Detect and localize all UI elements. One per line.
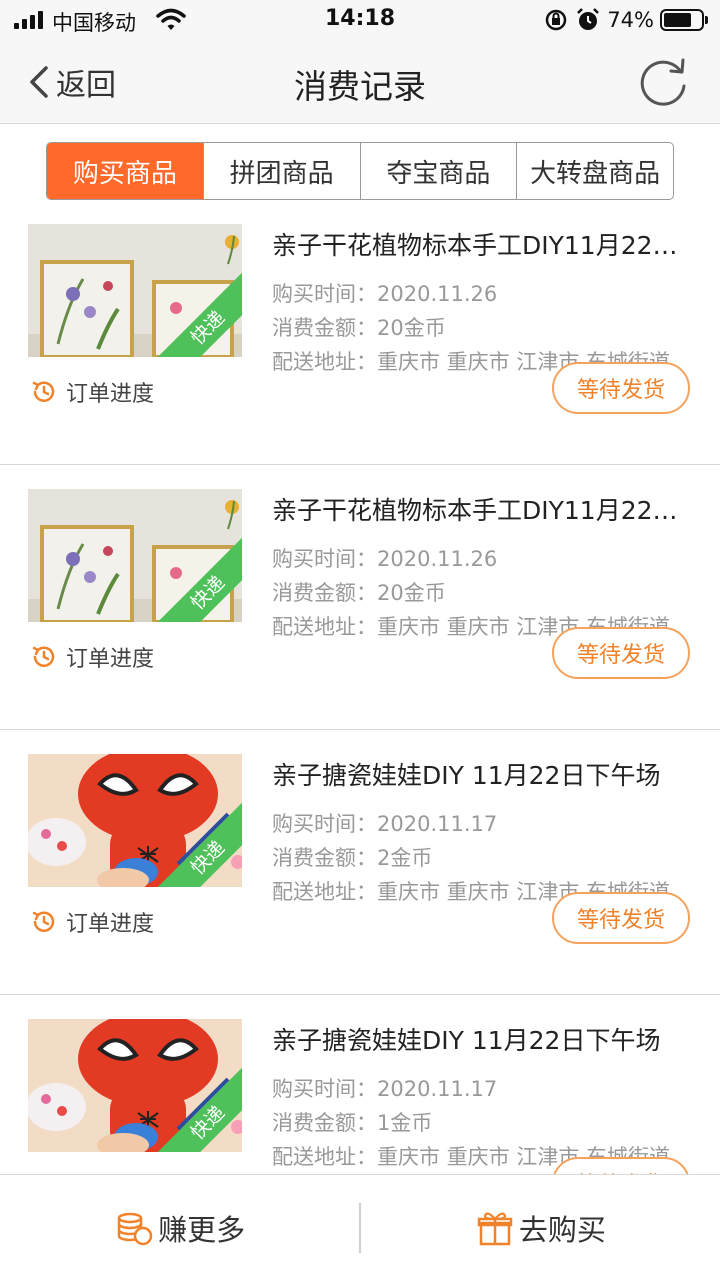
order-card: 快递 亲子搪瓷娃娃DIY 11月22日下午场 购买时间：2020.11.17 消… — [0, 730, 720, 995]
product-image[interactable]: 快递 — [28, 1019, 242, 1152]
back-label: 返回 — [56, 68, 116, 103]
go-buy-button[interactable]: 去购买 — [361, 1175, 720, 1280]
order-card: 快递 亲子干花植物标本手工DIY11月22日下午 购买时间：2020.11.26… — [0, 465, 720, 730]
product-title[interactable]: 亲子干花植物标本手工DIY11月22日下午 — [272, 226, 692, 262]
category-tabs: 购买商品 拼团商品 夺宝商品 大转盘商品 — [46, 142, 674, 200]
tab-treasure[interactable]: 夺宝商品 — [359, 143, 517, 199]
order-progress-label: 订单进度 — [66, 647, 155, 672]
order-card: 快递 亲子搪瓷娃娃DIY 11月22日下午场 购买时间：2020.11.17 消… — [0, 995, 720, 1174]
tab-wheel[interactable]: 大转盘商品 — [516, 143, 673, 199]
amount: 消费金额：2金币 — [272, 846, 433, 870]
tab-group-buy[interactable]: 拼团商品 — [202, 143, 360, 199]
product-title[interactable]: 亲子搪瓷娃娃DIY 11月22日下午场 — [272, 1021, 692, 1057]
rotation-lock-icon — [546, 9, 567, 31]
purchase-time: 购买时间：2020.11.17 — [272, 1077, 498, 1101]
product-image[interactable]: 快递 — [28, 224, 242, 357]
status-button[interactable]: 等待发货 — [552, 892, 690, 944]
battery-icon — [660, 9, 708, 31]
history-icon — [32, 911, 55, 932]
order-card: 快递 亲子干花植物标本手工DIY11月22日下午 购买时间：2020.11.26… — [0, 200, 720, 465]
order-progress-label: 订单进度 — [66, 912, 155, 937]
product-title[interactable]: 亲子干花植物标本手工DIY11月22日下午 — [272, 491, 692, 527]
status-button[interactable]: 等待发货 — [552, 362, 690, 414]
amount: 消费金额：20金币 — [272, 316, 446, 340]
battery-percent: 74% — [607, 8, 654, 32]
bottom-bar: 赚更多 去购买 — [0, 1174, 720, 1280]
gift-icon — [477, 1212, 513, 1245]
earn-more-label: 赚更多 — [158, 1212, 246, 1247]
product-title[interactable]: 亲子搪瓷娃娃DIY 11月22日下午场 — [272, 756, 692, 792]
refresh-icon[interactable] — [634, 54, 692, 112]
amount: 消费金额：1金币 — [272, 1111, 433, 1135]
status-button[interactable]: 等待发货 — [552, 1157, 690, 1174]
history-icon — [32, 381, 55, 402]
navigation-bar: 返回 消费记录 — [0, 40, 720, 124]
go-buy-label: 去购买 — [518, 1212, 606, 1247]
product-image[interactable]: 快递 — [28, 489, 242, 622]
product-image[interactable]: 快递 — [28, 754, 242, 887]
earn-more-button[interactable]: 赚更多 — [0, 1175, 359, 1280]
order-progress-link[interactable]: 订单进度 — [30, 374, 154, 410]
alarm-icon — [577, 8, 600, 30]
order-progress-label: 订单进度 — [66, 382, 155, 407]
history-icon — [32, 646, 55, 667]
amount: 消费金额：20金币 — [272, 581, 446, 605]
purchase-time: 购买时间：2020.11.17 — [272, 812, 498, 836]
order-list[interactable]: 快递 亲子干花植物标本手工DIY11月22日下午 购买时间：2020.11.26… — [0, 200, 720, 1174]
back-button[interactable]: 返回 — [26, 58, 116, 106]
purchase-time: 购买时间：2020.11.26 — [272, 282, 498, 306]
status-button[interactable]: 等待发货 — [552, 627, 690, 679]
purchase-time: 购买时间：2020.11.26 — [272, 547, 498, 571]
tab-purchase[interactable]: 购买商品 — [47, 143, 203, 199]
order-progress-link[interactable]: 订单进度 — [30, 904, 154, 940]
coins-icon — [117, 1212, 153, 1245]
order-progress-link[interactable]: 订单进度 — [30, 639, 154, 675]
chevron-left-icon — [30, 66, 48, 98]
status-bar: 中国移动 14:18 74% — [0, 0, 720, 40]
